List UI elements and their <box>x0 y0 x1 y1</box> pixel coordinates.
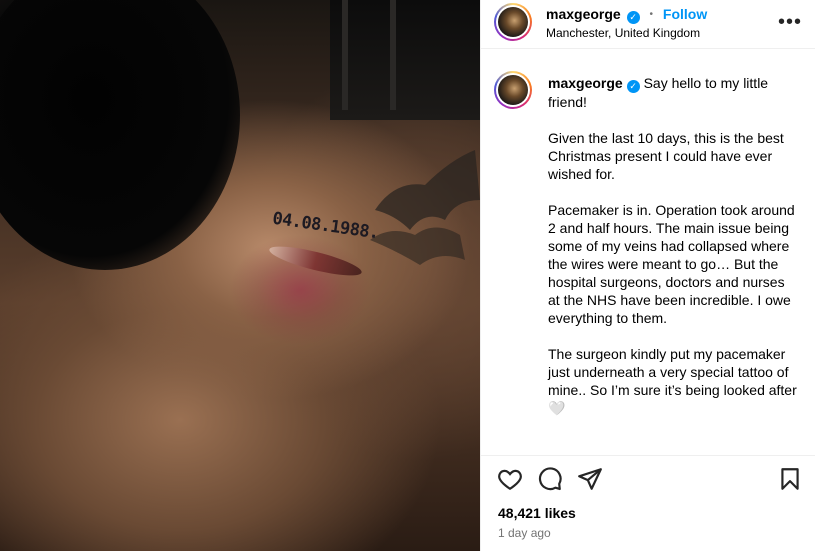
action-bar <box>481 455 815 499</box>
save-bookmark-icon[interactable] <box>777 466 803 492</box>
like-heart-icon[interactable] <box>497 466 523 492</box>
caption: maxgeorge ✓ Say hello to my little friend… <box>548 74 798 435</box>
share-icon[interactable] <box>577 466 603 492</box>
post-timestamp[interactable]: 1 day ago <box>498 526 551 540</box>
caption-username[interactable]: maxgeorge <box>548 75 623 91</box>
scar <box>267 240 364 282</box>
avatar[interactable] <box>494 3 532 41</box>
follow-button[interactable]: Follow <box>663 6 707 22</box>
photo-window-background <box>330 0 480 120</box>
caption-paragraph: The surgeon kindly put my pacemaker just… <box>548 346 797 416</box>
photo-shadow <box>0 0 240 270</box>
header-username[interactable]: maxgeorge <box>546 6 621 22</box>
separator-dot: • <box>649 9 653 20</box>
comment-icon[interactable] <box>537 466 563 492</box>
caption-paragraph: Given the last 10 days, this is the best… <box>548 130 784 182</box>
post-photo[interactable]: 04.08.1988. <box>0 0 480 551</box>
shoulder-tattoo <box>370 150 480 265</box>
like-count[interactable]: 48,421 likes <box>498 505 576 521</box>
location-link[interactable]: Manchester, United Kingdom <box>546 26 700 40</box>
more-options-icon[interactable]: ••• <box>778 12 802 32</box>
verified-icon: ✓ <box>626 80 640 93</box>
post-header: maxgeorge ✓ • Follow Manchester, United … <box>481 0 815 49</box>
post-sidebar: maxgeorge ✓ • Follow Manchester, United … <box>480 0 815 551</box>
caption-avatar[interactable] <box>494 71 532 109</box>
verified-icon: ✓ <box>626 11 640 24</box>
caption-paragraph: Pacemaker is in. Operation took around 2… <box>548 202 795 326</box>
